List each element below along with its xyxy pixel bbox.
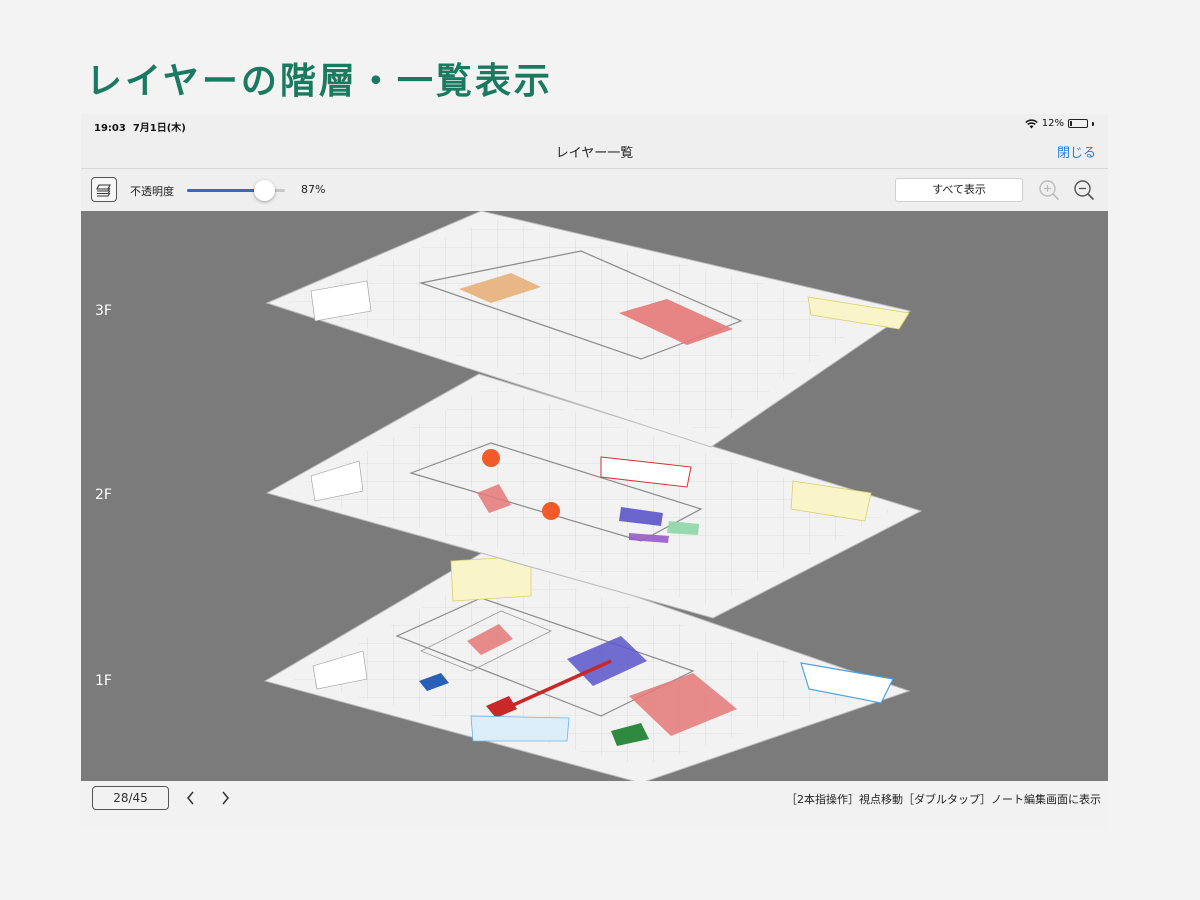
- status-bar: 19:03 7月1日(木) 12%: [81, 114, 1108, 134]
- status-time: 19:03: [94, 123, 126, 134]
- opacity-value: 87%: [301, 183, 326, 196]
- nav-title: レイヤー一覧: [555, 146, 634, 161]
- close-button[interactable]: 閉じる: [1057, 142, 1096, 161]
- page-heading: レイヤーの階層・一覧表示: [86, 61, 553, 102]
- fire-icon: [542, 502, 560, 520]
- gesture-hint: ［2本指操作］視点移動［ダブルタップ］ノート編集画面に表示: [786, 793, 1101, 806]
- layer-viewer[interactable]: 3F 2F 1F: [81, 211, 1108, 781]
- layers-icon: [96, 183, 111, 197]
- floor-sheet-2f[interactable]: [265, 373, 923, 619]
- zoom-in-icon[interactable]: [1038, 179, 1060, 201]
- battery-level: [1070, 121, 1072, 126]
- floor-plan-stack[interactable]: [81, 211, 1108, 781]
- status-indicators: 12%: [1025, 118, 1094, 129]
- show-all-button[interactable]: すべて表示: [895, 178, 1023, 202]
- wifi-icon: [1025, 118, 1038, 128]
- battery-percent: 12%: [1041, 118, 1064, 129]
- status-date: 7月1日(木): [132, 123, 186, 134]
- chevron-left-icon[interactable]: [184, 790, 198, 806]
- chevron-right-icon[interactable]: [218, 790, 232, 806]
- opacity-label: 不透明度: [130, 185, 174, 198]
- floor-label-2f: 2F: [95, 487, 112, 503]
- status-clock: 19:03 7月1日(木): [94, 119, 186, 134]
- floor-label-1f: 1F: [95, 673, 112, 689]
- page-indicator[interactable]: 28/45: [92, 786, 169, 810]
- ipad-screen: 19:03 7月1日(木) 12% レイヤー一覧 閉じる 不透明度 87% すべ…: [81, 114, 1108, 830]
- fire-icon: [482, 449, 500, 467]
- bottom-bar: 28/45 ［2本指操作］視点移動［ダブルタップ］ノート編集画面に表示: [81, 781, 1108, 830]
- opacity-slider[interactable]: [187, 180, 285, 201]
- navigation-bar: レイヤー一覧 閉じる: [81, 134, 1108, 169]
- zoom-out-icon[interactable]: [1073, 179, 1095, 201]
- layers-button[interactable]: [91, 177, 117, 202]
- floor-label-3f: 3F: [95, 303, 112, 319]
- battery-nub: [1092, 121, 1094, 126]
- toolbar: 不透明度 87% すべて表示: [81, 169, 1108, 211]
- battery-icon: [1068, 119, 1088, 128]
- slider-knob[interactable]: [254, 180, 276, 201]
- legend-box-1f: [470, 715, 570, 742]
